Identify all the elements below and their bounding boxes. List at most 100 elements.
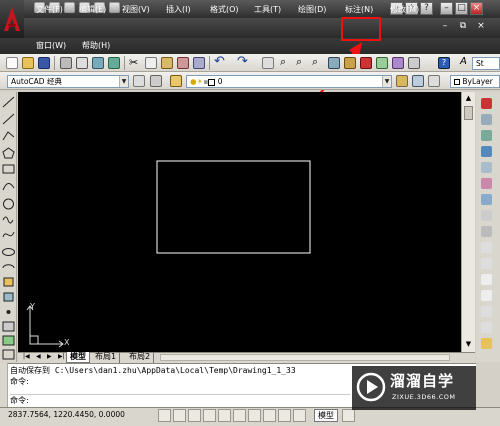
layer-properties-icon[interactable] [170,75,182,87]
menu-file[interactable]: 文件(F) [36,2,63,18]
maximize-icon[interactable]: □ [455,2,468,15]
ortho-mode-icon[interactable] [188,409,201,422]
copy-object-icon[interactable] [481,114,492,125]
help-icon[interactable]: ? [438,57,450,69]
zoom-realtime-icon[interactable]: ⌕ [280,55,286,69]
menu-modify[interactable]: 修改(M) [390,2,419,18]
horizontal-scrollbar[interactable] [160,354,450,361]
copy-icon[interactable] [145,57,157,69]
tab-model[interactable]: 模型 [66,352,90,363]
tab-layout2[interactable]: 布局2 [126,352,155,363]
doc-close-icon[interactable]: × [475,20,487,32]
command-input[interactable]: 命令: [10,394,350,405]
plot-preview-icon[interactable] [76,57,88,69]
menu-format[interactable]: 格式(O) [210,2,239,18]
menu-window[interactable]: 窗口(W) [36,38,66,54]
workspace-select[interactable]: AutoCAD 经典 ▼ [7,75,129,88]
pan-icon[interactable] [262,57,274,69]
plot-icon[interactable] [60,57,72,69]
tab-layout1[interactable]: 布局1 [92,352,121,363]
doc-minimize-icon[interactable]: – [439,20,451,32]
object-snap-icon[interactable] [218,409,231,422]
3d-osnap-icon[interactable] [233,409,246,422]
move-icon[interactable] [481,178,492,189]
extend-icon[interactable] [481,258,492,269]
drawing-canvas[interactable] [18,92,461,352]
join-icon[interactable] [481,290,492,301]
layer-previous-icon[interactable] [412,75,424,87]
redo-arrow-icon[interactable]: ↷ [237,54,248,69]
scroll-down-icon[interactable]: ▼ [464,340,473,349]
save-icon[interactable] [64,2,75,13]
text-style-icon[interactable]: A [460,56,467,67]
break-icon[interactable] [481,274,492,285]
sheet-set-icon[interactable] [376,57,388,69]
save-icon[interactable] [38,57,50,69]
text-style-combo[interactable]: St [472,57,500,70]
menu-dimension[interactable]: 标注(N) [345,2,373,18]
block-editor-icon[interactable] [193,57,205,69]
lineweight-icon[interactable] [293,409,306,422]
open-icon[interactable] [22,57,34,69]
chamfer-icon[interactable] [481,306,492,317]
quickcalc-icon[interactable] [408,57,420,69]
new-icon[interactable] [6,57,18,69]
quick-view-layouts-icon[interactable] [342,409,355,422]
workspace-settings-icon[interactable] [133,75,145,87]
design-center-icon[interactable] [344,57,356,69]
scroll-up-icon[interactable]: ▲ [464,94,473,103]
coordinate-readout[interactable]: 2837.7564, 1220.4450, 0.0000 [8,410,125,419]
menu-insert[interactable]: 插入(I) [166,2,191,18]
dynamic-input-icon[interactable] [278,409,291,422]
3dprint-icon[interactable] [108,57,120,69]
zoom-previous-icon[interactable]: ⌕ [312,55,318,69]
application-menu-button[interactable] [0,0,24,38]
help-icon[interactable]: ? [420,2,433,15]
markup-icon[interactable] [392,57,404,69]
layer-state-icon[interactable] [428,75,440,87]
doc-restore-icon[interactable]: ⧉ [457,20,469,32]
array-icon[interactable] [481,162,492,173]
linetype-select[interactable]: ByLayer [450,75,500,88]
zoom-window-icon[interactable]: ⌕ [296,55,302,69]
explode-icon[interactable] [481,338,492,349]
model-space-button[interactable]: 模型 [314,409,338,422]
ducs-icon[interactable] [263,409,276,422]
menu-view[interactable]: 视图(V) [122,2,150,18]
offset-icon[interactable] [481,146,492,157]
tool-palettes-icon[interactable] [360,57,372,69]
paste-icon[interactable] [161,57,173,69]
fillet-icon[interactable] [481,322,492,333]
mirror-icon[interactable] [481,130,492,141]
stretch-icon[interactable] [481,226,492,237]
cut-icon[interactable]: ✂ [129,56,138,69]
workspace-toolbar-icon[interactable] [150,75,162,87]
tab-nav-next-icon[interactable]: ▶ [44,352,55,363]
menu-draw[interactable]: 绘图(D) [298,2,326,18]
menu-tools[interactable]: 工具(T) [254,2,281,18]
snap-mode-icon[interactable] [158,409,171,422]
redo-icon[interactable] [109,2,120,13]
command-window-grip[interactable] [0,363,8,407]
close-icon[interactable]: × [470,2,483,15]
make-current-layer-icon[interactable] [396,75,408,87]
trim-icon[interactable] [481,242,492,253]
vertical-scrollbar[interactable]: ▲ ▼ [461,92,475,352]
properties-icon[interactable] [328,57,340,69]
undo-arrow-icon[interactable]: ↶ [214,54,225,69]
menu-help[interactable]: 帮助(H) [82,38,110,54]
rotate-icon[interactable] [481,194,492,205]
layer-select[interactable]: ●☀▪ 0 ▼ [186,75,392,88]
otrack-icon[interactable] [248,409,261,422]
polar-tracking-icon[interactable] [203,409,216,422]
match-properties-icon[interactable] [177,57,189,69]
scale-icon[interactable] [481,210,492,221]
scroll-thumb[interactable] [464,106,473,120]
grid-display-icon[interactable] [173,409,186,422]
publish-icon[interactable] [92,57,104,69]
menu-edit[interactable]: 编辑(E) [79,2,106,18]
tab-nav-first-icon[interactable]: |◀ [20,352,33,363]
minimize-icon[interactable]: – [440,2,453,15]
tab-nav-prev-icon[interactable]: ◀ [33,352,44,363]
erase-icon[interactable] [481,98,492,109]
